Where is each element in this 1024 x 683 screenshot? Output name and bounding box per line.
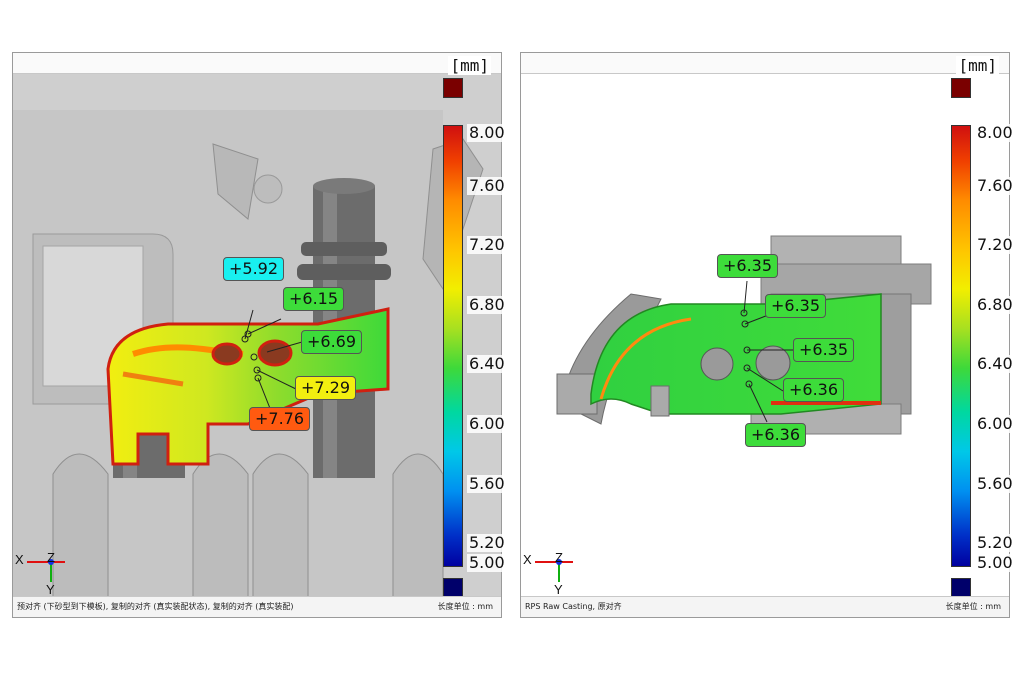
deviation-label: +6.36 <box>783 378 845 402</box>
axis-arrows <box>535 559 573 582</box>
scale-tick: 7.60 <box>975 176 1015 195</box>
right-3d-viewport[interactable]: +6.35 +6.35 +6.35 +6.36 +6.36 X Z Y <box>521 74 1009 598</box>
scale-unit: [mm] <box>956 56 999 75</box>
scale-tick: 6.40 <box>975 354 1015 373</box>
length-unit-status: 长度单位 : mm <box>437 602 493 611</box>
scale-overflow-low <box>951 578 971 598</box>
axis-arrows <box>27 559 65 582</box>
axis-x-label: X <box>15 552 24 567</box>
scale-tick: 7.60 <box>467 176 507 195</box>
scale-tick: 5.20 <box>975 533 1015 552</box>
left-panel-header <box>13 53 501 74</box>
right-view-panel: +6.35 +6.35 +6.35 +6.36 +6.36 X Z Y [mm]… <box>520 52 1015 618</box>
scale-overflow-low <box>443 578 463 598</box>
scale-tick: 7.20 <box>467 235 507 254</box>
scale-tick: 5.00 <box>467 553 507 572</box>
right-status-bar: RPS Raw Casting, 原对齐 长度单位 : mm <box>521 596 1009 617</box>
scale-overflow-high <box>951 78 971 98</box>
left-3d-viewport[interactable]: +5.92 +6.15 +6.69 +7.29 +7.76 X Z Y <box>13 74 501 598</box>
right-panel-header <box>521 53 1009 74</box>
scale-tick: 6.80 <box>467 295 507 314</box>
alignment-status: 预对齐 (下砂型到下模板), 复制的对齐 (真实装配状态), 复制的对齐 (真实… <box>17 602 294 611</box>
alignment-status: RPS Raw Casting, 原对齐 <box>525 602 622 611</box>
left-view-panel: +5.92 +6.15 +6.69 +7.29 +7.76 X Z Y [mm]… <box>12 52 507 618</box>
scale-tick: 6.00 <box>975 414 1015 433</box>
scale-unit: [mm] <box>448 56 491 75</box>
axis-y-label: Y <box>46 582 55 597</box>
axis-z-label: Z <box>47 550 55 565</box>
axis-z-label: Z <box>555 550 563 565</box>
deviation-label: +6.35 <box>717 254 779 278</box>
raw-casting-model <box>521 74 1009 598</box>
scale-tick: 8.00 <box>975 123 1015 142</box>
deviation-label: +6.35 <box>793 338 855 362</box>
scale-tick: 8.00 <box>467 123 507 142</box>
deviation-label: +7.29 <box>295 376 357 400</box>
deviation-label: +7.76 <box>249 407 311 431</box>
scale-tick: 5.00 <box>975 553 1015 572</box>
length-unit-status: 长度单位 : mm <box>945 602 1001 611</box>
scale-tick: 6.80 <box>975 295 1015 314</box>
axis-x-label: X <box>523 552 532 567</box>
axis-y-label: Y <box>554 582 563 597</box>
deviation-label: +5.92 <box>223 257 285 281</box>
color-scale-legend: 8.00 7.60 7.20 6.80 6.40 6.00 5.60 5.20 … <box>951 78 1015 599</box>
scale-tick: 7.20 <box>975 235 1015 254</box>
deviation-label: +6.36 <box>745 423 807 447</box>
scale-overflow-high <box>443 78 463 98</box>
scale-gradient-bar <box>443 125 463 567</box>
scale-gradient-bar <box>951 125 971 567</box>
scale-tick: 5.60 <box>467 474 507 493</box>
scale-tick: 6.00 <box>467 414 507 433</box>
scale-tick: 5.60 <box>975 474 1015 493</box>
scale-tick: 5.20 <box>467 533 507 552</box>
sand-mold-model <box>13 74 501 598</box>
axis-triad: X Z Y <box>15 548 75 597</box>
axis-triad: X Z Y <box>523 548 583 597</box>
deviation-label: +6.35 <box>765 294 827 318</box>
color-scale-legend: 8.00 7.60 7.20 6.80 6.40 6.00 5.60 5.20 … <box>443 78 507 599</box>
deviation-label: +6.69 <box>301 330 363 354</box>
deviation-label: +6.15 <box>283 287 345 311</box>
left-status-bar: 预对齐 (下砂型到下模板), 复制的对齐 (真实装配状态), 复制的对齐 (真实… <box>13 596 501 617</box>
scale-tick: 6.40 <box>467 354 507 373</box>
